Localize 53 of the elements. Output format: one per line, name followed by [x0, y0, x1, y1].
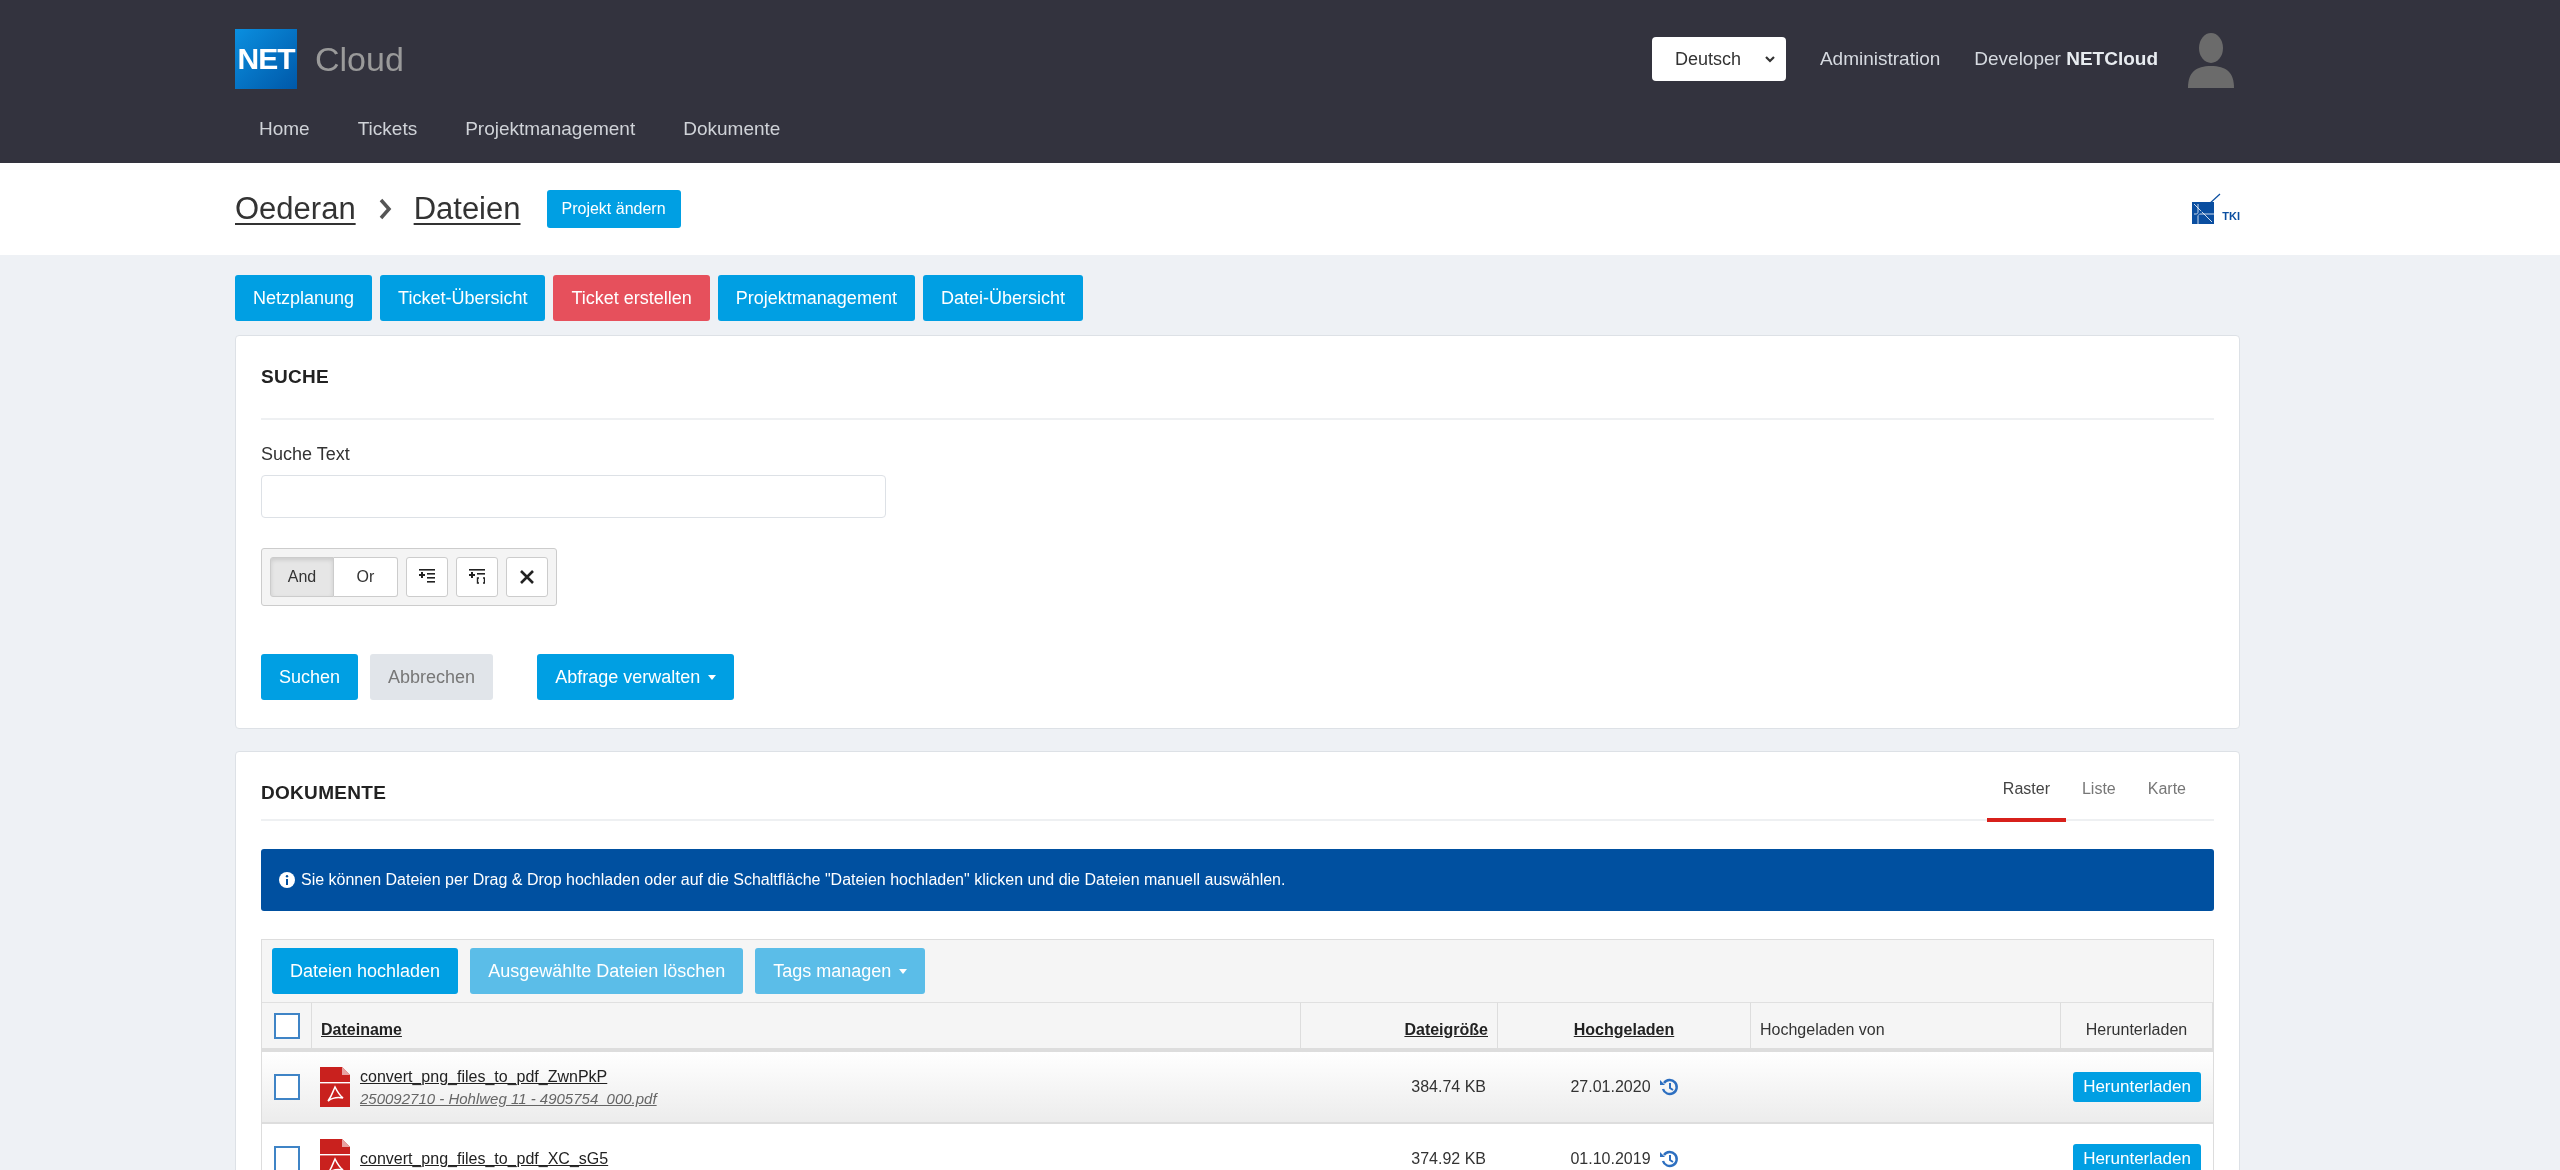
nav-link[interactable]: Dokumente — [659, 118, 805, 140]
file-name-link[interactable]: convert_png_files_to_pdf_XC_sG5 — [360, 1150, 609, 1168]
administration-link[interactable]: Administration — [1819, 48, 1941, 70]
info-text: Sie können Dateien per Drag & Drop hochladen oder auf die Schaltfläche "Dateien hochladen" klicken und die Dateien manuell auswählen. — [301, 871, 1286, 889]
file-size: 384.74 KB — [1411, 1078, 1486, 1096]
close-icon — [519, 569, 535, 585]
company-logo: TKI — [2192, 192, 2240, 226]
nav-link[interactable]: Tickets — [333, 118, 442, 140]
logo-name: Cloud — [315, 39, 404, 79]
nav-link[interactable]: Home — [235, 118, 334, 140]
search-text-field[interactable] — [261, 475, 886, 518]
view-tab[interactable]: Liste — [2065, 780, 2132, 822]
query-tool-button[interactable] — [406, 557, 448, 597]
column-header[interactable]: Dateigröße — [1404, 1021, 1488, 1039]
user-name[interactable]: Developer NETCloud — [1974, 48, 2158, 70]
field-label: Suche Text — [261, 444, 351, 465]
upload-date: 01.10.2019 — [1570, 1150, 1651, 1168]
column-header: Hochgeladen von — [1760, 1021, 1885, 1039]
panel-title: DOKUMENTE — [261, 781, 387, 804]
language-select[interactable]: Deutsch — [1651, 37, 1786, 81]
file-size: 374.92 KB — [1411, 1150, 1486, 1168]
info-icon — [279, 872, 295, 888]
view-tab[interactable]: Karte — [2131, 780, 2202, 822]
logic-toggle[interactable]: Or — [334, 557, 398, 597]
tki-emblem-icon — [2192, 192, 2223, 226]
logic-toggle[interactable]: And — [270, 557, 334, 597]
checkbox[interactable] — [274, 1074, 300, 1100]
file-name-link[interactable]: convert_png_files_to_pdf_ZwnPkP — [360, 1067, 657, 1086]
checkbox[interactable] — [273, 1012, 300, 1039]
column-header: Herunterladen — [2085, 1021, 2188, 1039]
history-icon — [1658, 1149, 1679, 1169]
original-file-link[interactable]: 250092710 - Hohlweg 11 - 4905754_000.pdf — [360, 1089, 657, 1107]
breadcrumb-link[interactable]: Dateien — [413, 191, 521, 227]
upload-date: 27.01.2020 — [1570, 1078, 1651, 1096]
panel-title: SUCHE — [261, 366, 330, 388]
nav-button[interactable]: Ticket erstellen — [553, 275, 710, 321]
nav-link[interactable]: Projektmanagement — [441, 118, 660, 140]
chevron-down-icon — [1763, 54, 1776, 64]
caret-icon — [708, 674, 717, 680]
history-icon — [1658, 1077, 1679, 1097]
view-tab[interactable]: Raster — [1986, 780, 2066, 822]
add-group-icon — [469, 569, 485, 585]
caret-icon — [899, 968, 908, 974]
chevron-right-icon — [377, 197, 392, 221]
breadcrumb-link[interactable]: Oederan — [235, 191, 356, 227]
checkbox[interactable] — [274, 1146, 300, 1170]
add-rule-icon — [419, 569, 435, 585]
pdf-file-icon — [320, 1067, 350, 1107]
logo-mark: NET — [235, 29, 297, 89]
column-header[interactable]: Hochgeladen — [1573, 1021, 1675, 1039]
column-header[interactable]: Dateiname — [321, 1021, 402, 1039]
query-tool-button[interactable] — [506, 557, 548, 597]
query-tool-button[interactable] — [456, 557, 498, 597]
